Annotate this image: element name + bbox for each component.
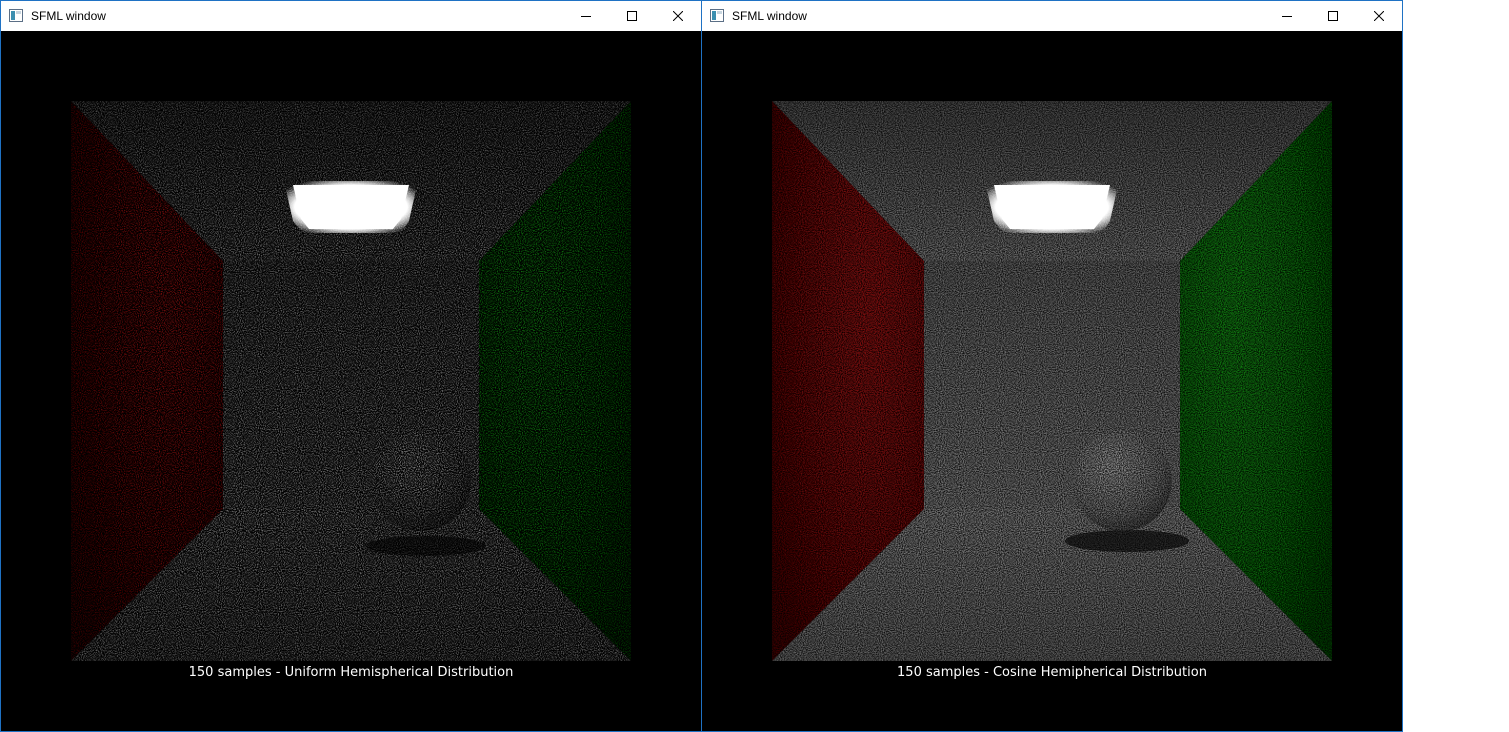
window-title: SFML window <box>732 9 807 23</box>
minimize-icon <box>1282 16 1292 17</box>
sfml-window-uniform[interactable]: SFML window 150 samples - Uniform Hemisp… <box>0 0 702 732</box>
cornell-box-render <box>71 101 631 661</box>
maximize-button[interactable] <box>609 1 655 31</box>
minimize-icon <box>581 16 591 17</box>
maximize-icon <box>1328 11 1338 21</box>
app-window-icon <box>9 9 23 22</box>
sfml-window-cosine[interactable]: SFML window 150 samples - Cosine Hemiphe… <box>701 0 1403 732</box>
close-button[interactable] <box>655 1 701 31</box>
close-icon <box>673 11 683 21</box>
render-area: 150 samples - Cosine Hemipherical Distri… <box>702 31 1402 731</box>
minimize-button[interactable] <box>1264 1 1310 31</box>
maximize-icon <box>627 11 637 21</box>
app-window-icon <box>710 9 724 22</box>
close-icon <box>1374 11 1384 21</box>
title-bar[interactable]: SFML window <box>702 1 1402 31</box>
render-caption: 150 samples - Cosine Hemipherical Distri… <box>897 665 1207 680</box>
sphere-shadow <box>1065 530 1189 552</box>
sphere <box>1072 431 1172 531</box>
render-area: 150 samples - Uniform Hemispherical Dist… <box>1 31 701 731</box>
close-button[interactable] <box>1356 1 1402 31</box>
render-caption: 150 samples - Uniform Hemispherical Dist… <box>188 665 514 680</box>
maximize-button[interactable] <box>1310 1 1356 31</box>
title-bar[interactable]: SFML window <box>1 1 701 31</box>
sphere <box>371 431 471 531</box>
sphere-shadow <box>366 536 486 556</box>
minimize-button[interactable] <box>563 1 609 31</box>
window-title: SFML window <box>31 9 106 23</box>
cornell-box-render <box>772 101 1332 661</box>
